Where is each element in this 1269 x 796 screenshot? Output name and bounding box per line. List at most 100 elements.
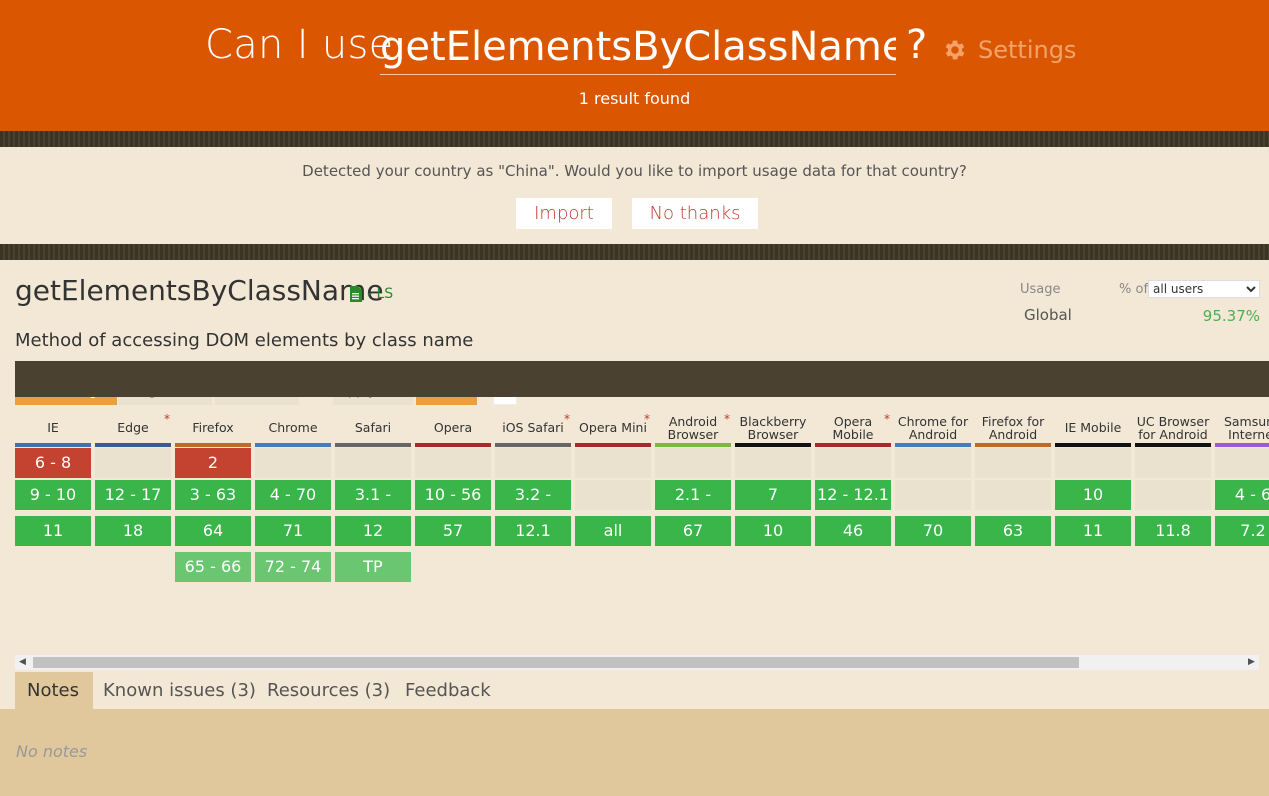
support-cell[interactable]: 3.1 - 11.1: [335, 480, 411, 534]
browser-name-label: Firefox for Android: [981, 413, 1045, 442]
browser-column: Firefox for Android 63: [975, 412, 1051, 546]
support-cell[interactable]: [335, 448, 411, 478]
browser-column: Chrome for Android 70: [895, 412, 971, 546]
support-cell[interactable]: [975, 448, 1051, 478]
support-cell[interactable]: [975, 480, 1051, 510]
browser-support-table: IE 6 - 89 - 10 11 Edge * 12 - 17 18 Firefox 2 3 -…: [0, 412, 1269, 592]
browser-name: Opera: [415, 412, 491, 447]
browser-name-label: Edge: [117, 420, 149, 435]
browser-name: IE Mobile: [1055, 412, 1131, 447]
support-cell[interactable]: 9 - 10: [15, 480, 91, 510]
browser-name: Opera Mobile *: [815, 412, 891, 447]
support-cell[interactable]: 3.2 - 11.4: [495, 480, 571, 534]
support-cell[interactable]: 10: [735, 516, 811, 546]
support-cell[interactable]: [255, 448, 331, 478]
can-i-use-label: Can I use: [205, 22, 394, 68]
browser-name: UC Browser for Android: [1135, 412, 1211, 447]
browser-name-label: Safari: [354, 420, 392, 435]
support-cell[interactable]: 4 - 6: [1215, 480, 1269, 510]
spec-status: - LS: [367, 286, 394, 302]
scroll-right-arrow[interactable]: ▶: [1244, 655, 1259, 670]
feature-description: Method of accessing DOM elements by clas…: [15, 330, 474, 351]
support-cell[interactable]: [815, 448, 891, 478]
import-button[interactable]: Import: [516, 198, 612, 229]
support-cell[interactable]: 7.2: [1215, 516, 1269, 546]
support-cell[interactable]: 11: [1055, 516, 1131, 546]
users-select[interactable]: all users: [1148, 280, 1260, 298]
support-cell[interactable]: 63: [975, 516, 1051, 546]
search-input[interactable]: [380, 20, 896, 75]
support-cell[interactable]: [735, 448, 811, 478]
country-banner: Detected your country as "China". Would …: [0, 147, 1269, 244]
support-cell[interactable]: 18: [95, 516, 171, 546]
note-asterisk: *: [884, 412, 890, 426]
support-cell[interactable]: all: [575, 516, 651, 546]
scroll-left-arrow[interactable]: ◀: [15, 655, 30, 670]
note-asterisk: *: [164, 412, 170, 426]
support-cell[interactable]: 10 - 56: [415, 480, 491, 510]
support-cell[interactable]: 12.1: [495, 516, 571, 546]
support-cell[interactable]: 11.8: [1135, 516, 1211, 546]
support-cell[interactable]: [95, 448, 171, 478]
spec-link[interactable]: - LS: [349, 286, 393, 302]
tab-feedback[interactable]: Feedback: [393, 672, 493, 709]
support-cell[interactable]: 70: [895, 516, 971, 546]
support-cell[interactable]: 46: [815, 516, 891, 546]
support-cell[interactable]: 12 - 12.1: [815, 480, 891, 510]
results-count: 1 result found: [578, 89, 691, 108]
support-cell[interactable]: [1135, 448, 1211, 478]
support-cell[interactable]: 67: [655, 516, 731, 546]
browser-name-label: IE: [47, 420, 59, 435]
browser-name-label: Chrome for Android: [897, 413, 969, 442]
support-cell[interactable]: TP: [335, 552, 411, 582]
support-cell[interactable]: 3 - 63: [175, 480, 251, 510]
document-icon: [350, 286, 362, 302]
support-cell[interactable]: 11: [15, 516, 91, 546]
settings-button[interactable]: Settings: [942, 36, 1076, 64]
browser-name-label: Opera Mini: [579, 420, 647, 435]
browser-column: Android Browser * 2.1 - 4.4.467: [655, 412, 731, 546]
support-cell[interactable]: 7: [735, 480, 811, 510]
support-cell[interactable]: 2.1 - 4.4.4: [655, 480, 731, 534]
support-cell[interactable]: [895, 448, 971, 478]
support-cell[interactable]: [575, 448, 651, 478]
tab-resources[interactable]: Resources (3): [255, 672, 391, 709]
support-cell[interactable]: [1055, 448, 1131, 478]
scrollbar-thumb[interactable]: [33, 657, 1079, 668]
support-cell[interactable]: [895, 480, 971, 510]
support-cell[interactable]: [1215, 448, 1269, 478]
support-cell[interactable]: 4 - 70: [255, 480, 331, 510]
support-cell[interactable]: 2: [175, 448, 251, 478]
tab-notes[interactable]: Notes: [15, 672, 93, 709]
horizontal-scrollbar[interactable]: ◀ ▶: [15, 655, 1259, 670]
browser-name-label: iOS Safari: [502, 420, 564, 435]
support-cell[interactable]: [575, 480, 651, 510]
browser-name: Edge *: [95, 412, 171, 447]
browser-column: Firefox 2 3 - 63 64 65 - 66: [175, 412, 251, 582]
support-cell[interactable]: [655, 448, 731, 478]
support-cell[interactable]: 65 - 66: [175, 552, 251, 582]
browser-column: Samsung Internet 4 - 6 7.2: [1215, 412, 1269, 546]
browser-column: Edge * 12 - 17 18: [95, 412, 171, 546]
browser-column: Opera 10 - 56 57: [415, 412, 491, 546]
support-cell[interactable]: [1135, 480, 1211, 510]
support-cell[interactable]: 12 - 17: [95, 480, 171, 510]
browser-name-label: Opera Mobile: [832, 413, 874, 442]
support-cell[interactable]: 64: [175, 516, 251, 546]
support-cell[interactable]: [415, 448, 491, 478]
support-cell[interactable]: 12: [335, 516, 411, 546]
notes-text: No notes: [16, 742, 88, 761]
feature-title: getElementsByClassName: [15, 274, 384, 307]
note-asterisk: *: [724, 412, 730, 426]
browser-name: Samsung Internet: [1215, 412, 1269, 447]
browser-name-label: UC Browser for Android: [1136, 413, 1210, 442]
support-cell[interactable]: 71: [255, 516, 331, 546]
support-cell[interactable]: 57: [415, 516, 491, 546]
browser-column: IE Mobile 10 11: [1055, 412, 1131, 546]
support-cell[interactable]: [495, 448, 571, 478]
support-cell[interactable]: 10: [1055, 480, 1131, 510]
tab-known[interactable]: Known issues (3): [91, 672, 256, 709]
support-cell[interactable]: 72 - 74: [255, 552, 331, 582]
support-cell[interactable]: 6 - 8: [15, 448, 91, 478]
no-thanks-button[interactable]: No thanks: [632, 198, 758, 229]
